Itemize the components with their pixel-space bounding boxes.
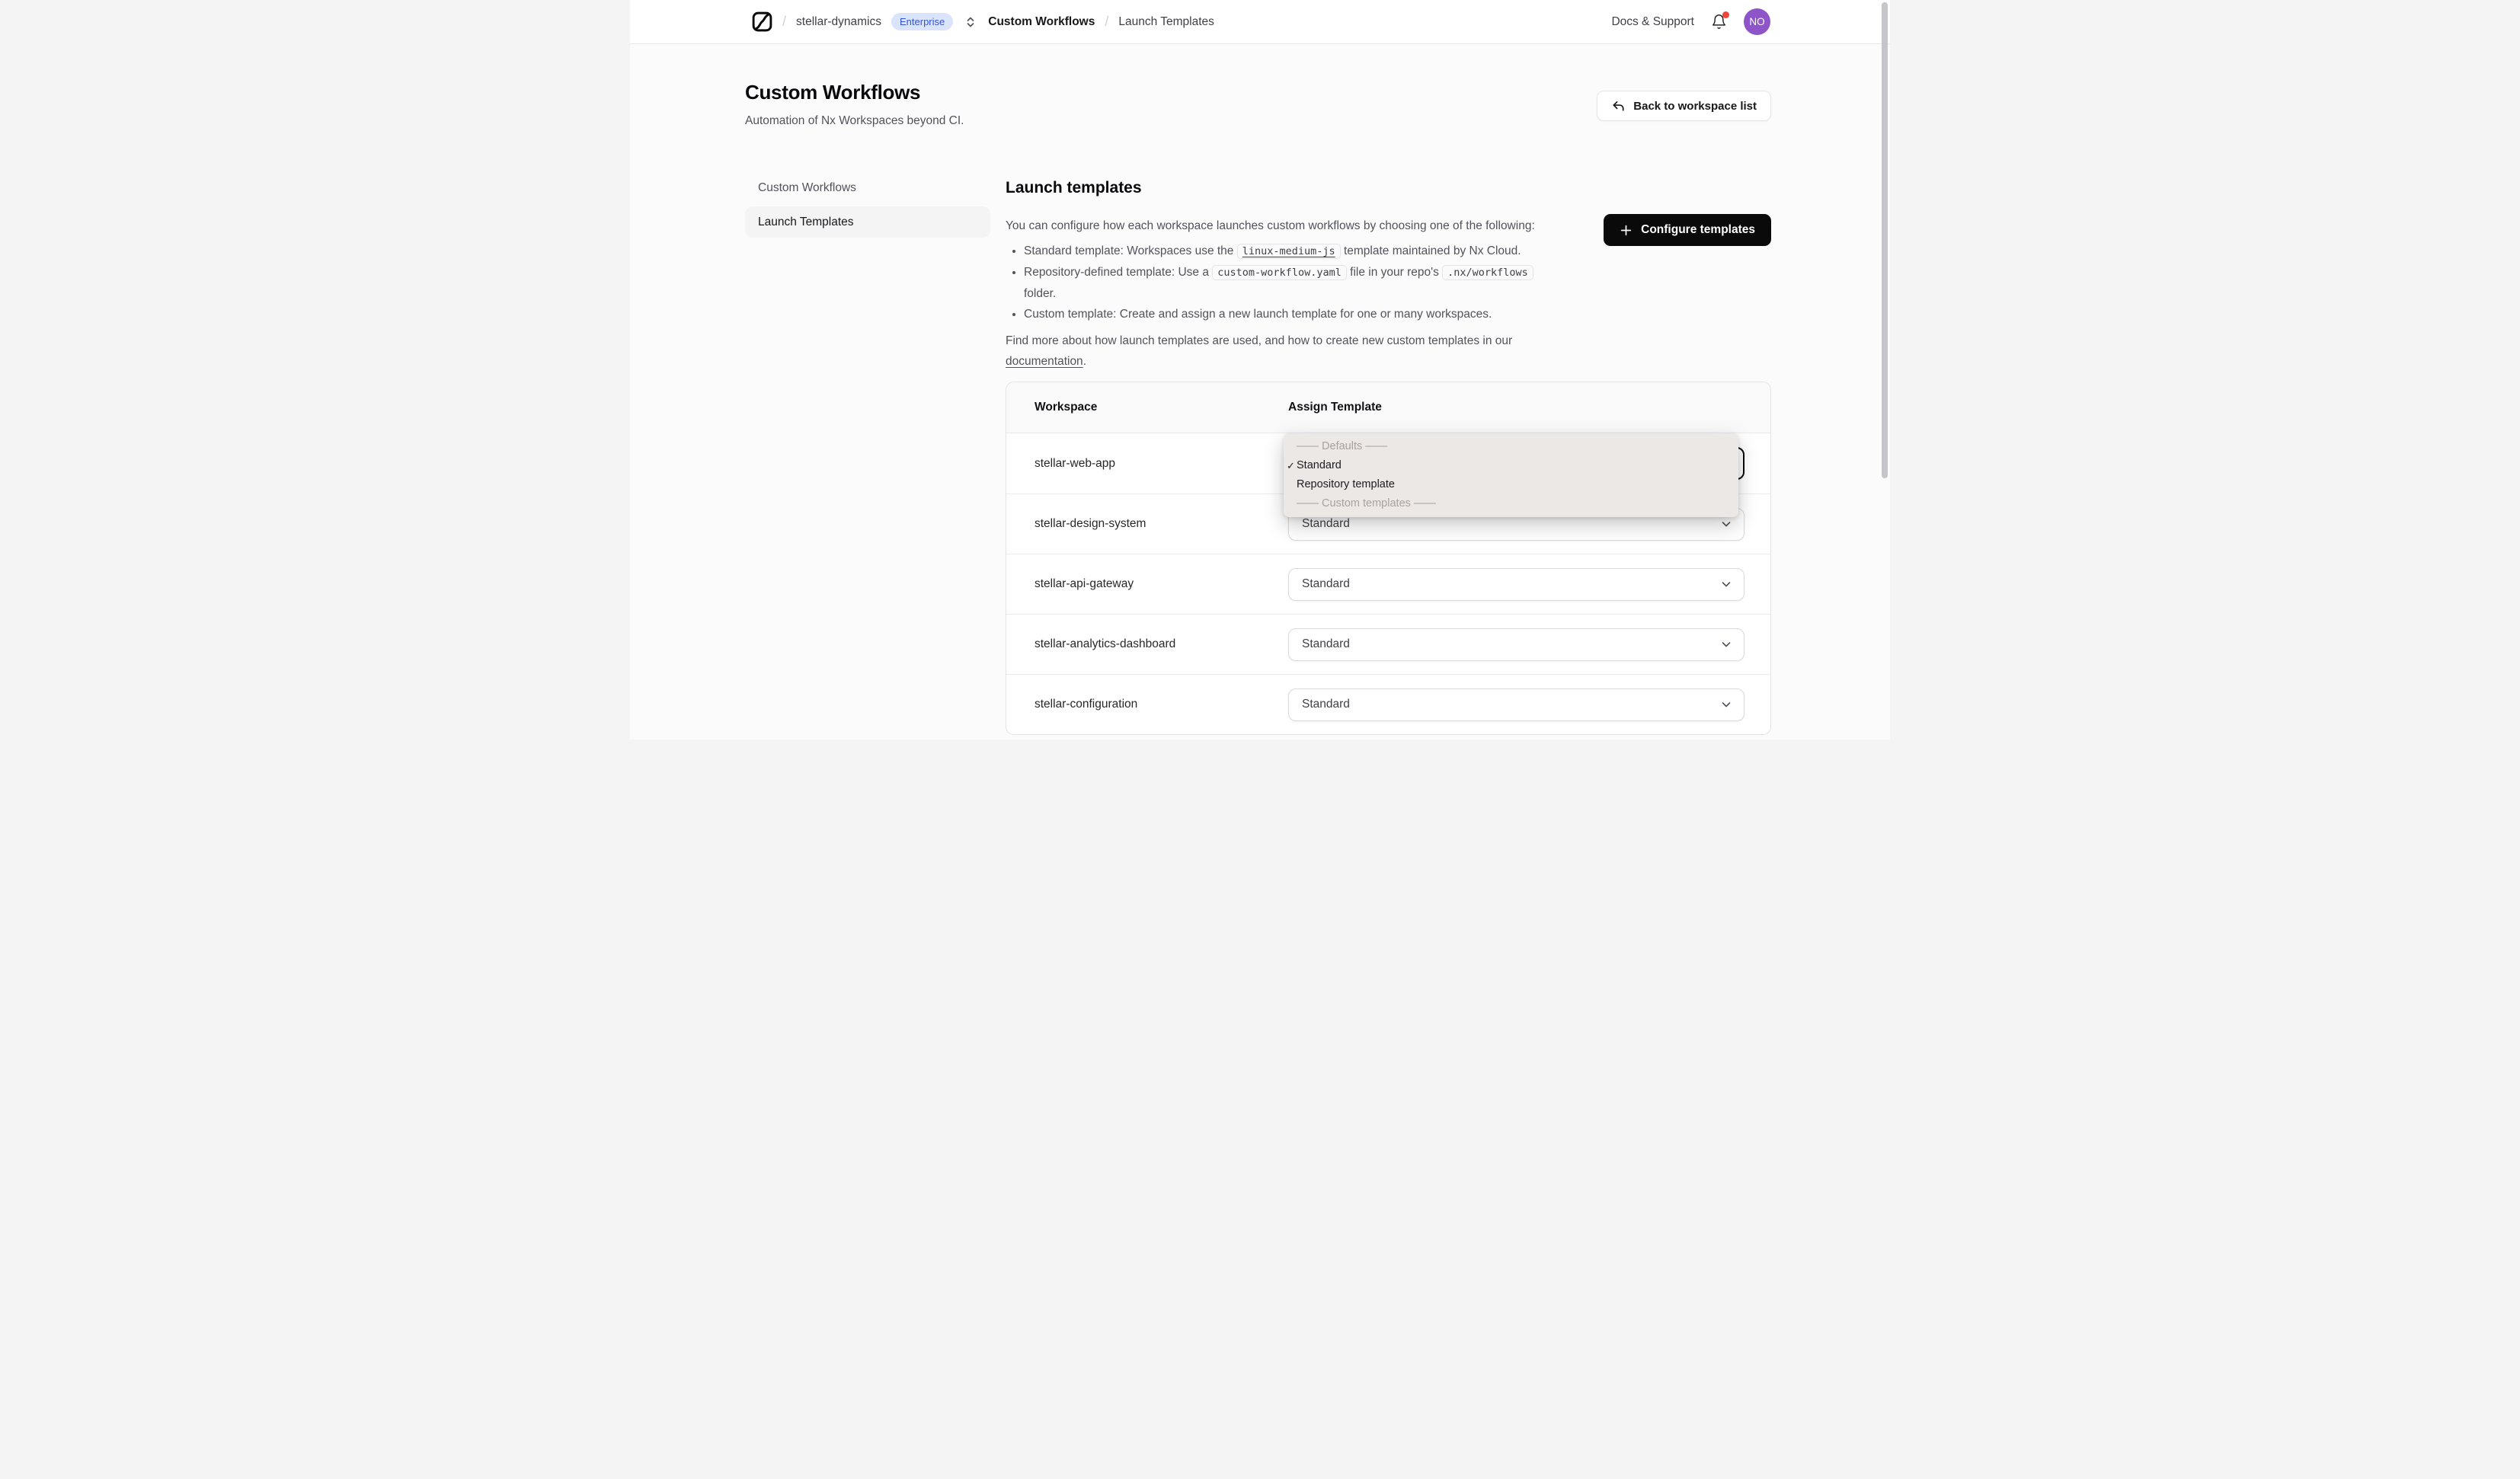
- bullet-text: template maintained by Nx Cloud.: [1340, 244, 1521, 257]
- enterprise-badge: Enterprise: [891, 13, 954, 30]
- notifications-button[interactable]: [1711, 11, 1729, 30]
- template-options-list: Standard template: Workspaces use the li…: [1006, 241, 1553, 324]
- inline-code: linux-medium-js: [1236, 244, 1341, 259]
- menu-group-label: —— Defaults ——: [1297, 440, 1388, 452]
- template-option-bullet: Custom template: Create and assign a new…: [1024, 304, 1553, 324]
- table-row: stellar-api-gateway Standard: [1006, 554, 1770, 614]
- template-select[interactable]: Standard: [1288, 688, 1744, 721]
- settings-sidebar: Custom Workflows Launch Templates: [745, 172, 990, 735]
- breadcrumb-org[interactable]: stellar-dynamics: [796, 15, 881, 29]
- configure-button-label: Configure templates: [1641, 223, 1755, 236]
- docs-text: Find more about how launch templates are…: [1006, 334, 1513, 347]
- column-header-workspace: Workspace: [1035, 401, 1098, 414]
- launch-templates-section: Launch templates Configure templates You…: [1006, 172, 1771, 735]
- assign-template-cell: Standard: [1288, 688, 1770, 721]
- topbar-actions: Docs & Support NO: [1611, 8, 1770, 35]
- menu-option-label: Standard: [1297, 459, 1342, 471]
- page-subtitle: Automation of Nx Workspaces beyond CI.: [745, 114, 964, 127]
- workspace-name: stellar-api-gateway: [1035, 577, 1134, 590]
- breadcrumb-separator: /: [782, 14, 787, 29]
- scrollbar-thumb[interactable]: [1882, 2, 1888, 478]
- documentation-link[interactable]: documentation: [1006, 355, 1083, 368]
- assign-template-cell: Standard: [1288, 567, 1770, 601]
- notification-dot: [1722, 11, 1729, 18]
- menu-option-label: Repository template: [1297, 478, 1395, 490]
- selected-template-value: Standard: [1302, 698, 1350, 711]
- workspace-name: stellar-design-system: [1035, 517, 1146, 530]
- table-header-row: Workspace Assign Template: [1006, 382, 1770, 433]
- page-content: Custom Workflows Automation of Nx Worksp…: [630, 44, 1890, 735]
- back-button-label: Back to workspace list: [1633, 99, 1757, 113]
- chevron-down-icon: [1722, 582, 1731, 587]
- template-dropdown-menu: —— Defaults —— ✓ Standard Repository templa…: [1284, 433, 1738, 517]
- user-avatar[interactable]: NO: [1744, 8, 1770, 35]
- configure-templates-button[interactable]: Configure templates: [1604, 214, 1771, 246]
- inline-code: .nx/workflows: [1442, 265, 1533, 280]
- checkmark-icon: ✓: [1287, 460, 1295, 471]
- sidebar-item-launch-templates[interactable]: Launch Templates: [745, 206, 990, 238]
- section-title: Launch templates: [1006, 179, 1142, 196]
- plus-icon: [1620, 225, 1632, 235]
- bullet-text: folder.: [1024, 287, 1057, 300]
- docs-text-period: .: [1083, 355, 1086, 368]
- inline-code: custom-workflow.yaml: [1212, 265, 1347, 280]
- bullet-text: file in your repo's: [1346, 266, 1443, 279]
- table-row: stellar-configuration Standard: [1006, 674, 1770, 734]
- workspace-template-table: Workspace Assign Template stellar-web-ap…: [1006, 382, 1771, 735]
- table-row: stellar-analytics-dashboard Standard: [1006, 614, 1770, 674]
- top-navigation-bar: / stellar-dynamics Enterprise Custom Wor…: [630, 0, 1890, 44]
- breadcrumb-page: Launch Templates: [1118, 14, 1214, 28]
- selected-template-value: Standard: [1302, 517, 1350, 530]
- workspace-name: stellar-configuration: [1035, 698, 1138, 711]
- menu-option-standard[interactable]: ✓ Standard: [1284, 456, 1738, 475]
- assign-template-cell: Standard: [1288, 628, 1770, 661]
- app-root: / stellar-dynamics Enterprise Custom Wor…: [630, 0, 1890, 740]
- bullet-text: Standard template: Workspaces use the: [1024, 244, 1237, 257]
- return-arrow-icon: [1613, 101, 1624, 111]
- selected-template-value: Standard: [1302, 637, 1350, 650]
- menu-option-repository-template[interactable]: Repository template: [1284, 475, 1738, 494]
- workspace-name: stellar-web-app: [1035, 456, 1115, 470]
- template-option-bullet: Standard template: Workspaces use the li…: [1024, 241, 1553, 262]
- template-select[interactable]: Standard: [1288, 567, 1744, 601]
- column-header-assign-template: Assign Template: [1288, 401, 1382, 414]
- sidebar-item-custom-workflows[interactable]: Custom Workflows: [745, 172, 990, 203]
- nx-cloud-logo-icon[interactable]: [752, 11, 772, 32]
- workspace-name: stellar-analytics-dashboard: [1035, 637, 1176, 650]
- bullet-text: Custom template: Create and assign a new…: [1024, 308, 1492, 321]
- intro-text: You can configure how each workspace lau…: [1006, 219, 1535, 232]
- chevron-down-icon: [1722, 642, 1731, 647]
- back-to-workspace-list-button[interactable]: Back to workspace list: [1597, 91, 1771, 121]
- docs-paragraph: Find more about how launch templates are…: [1006, 331, 1553, 372]
- breadcrumb-section[interactable]: Custom Workflows: [988, 15, 1095, 29]
- docs-support-link[interactable]: Docs & Support: [1611, 15, 1694, 29]
- template-select[interactable]: Standard: [1288, 628, 1744, 661]
- selected-template-value: Standard: [1302, 577, 1350, 590]
- chevron-down-icon: [1722, 522, 1731, 527]
- page-scrollbar[interactable]: [1879, 0, 1890, 740]
- workspace-switcher-icon[interactable]: [964, 16, 977, 28]
- breadcrumb-separator: /: [1105, 14, 1109, 29]
- menu-group-label: —— Custom templates ——: [1297, 497, 1436, 510]
- bullet-text: Repository-defined template: Use a: [1024, 266, 1213, 279]
- breadcrumb: / stellar-dynamics Enterprise Custom Wor…: [752, 11, 1214, 32]
- template-option-bullet: Repository-defined template: Use a custo…: [1024, 262, 1553, 304]
- chevron-down-icon: [1722, 702, 1731, 708]
- page-title: Custom Workflows: [745, 81, 921, 104]
